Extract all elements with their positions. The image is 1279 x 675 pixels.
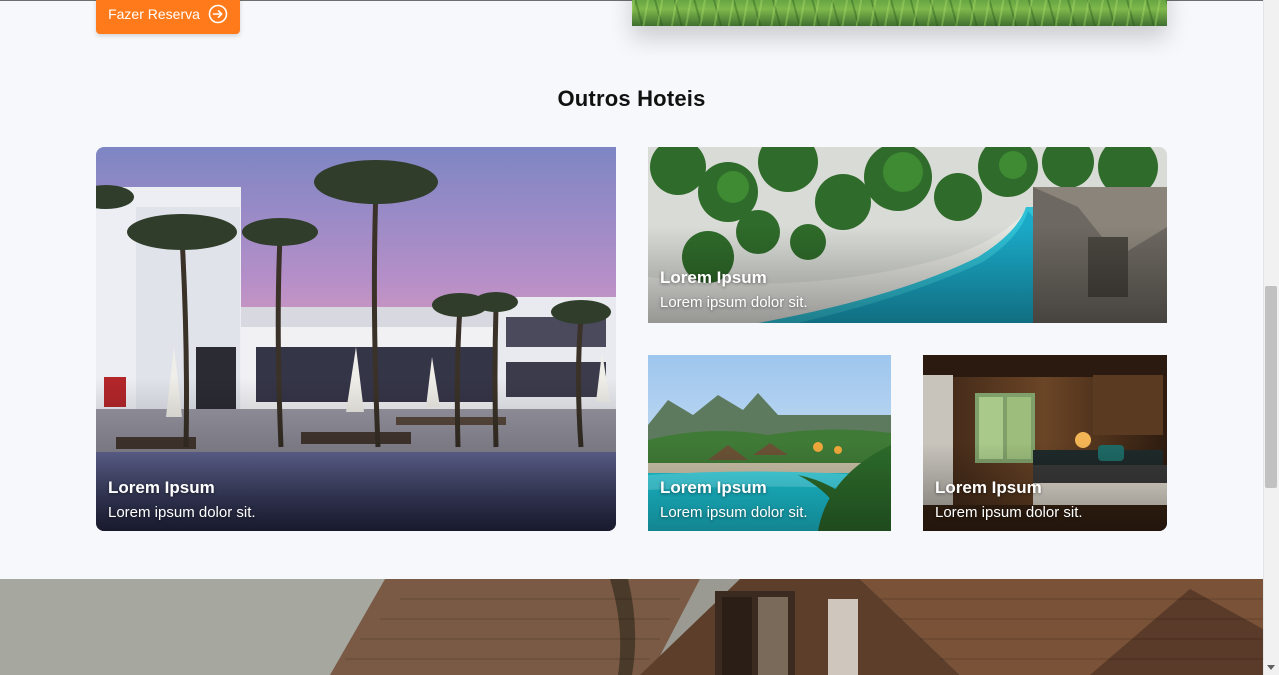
- arrow-right-circle-icon: [208, 4, 228, 24]
- hotel-title: Lorem Ipsum: [935, 478, 1042, 497]
- hotel-caption: Lorem Ipsum Lorem ipsum dolor sit.: [660, 478, 808, 521]
- hotel-description: Lorem ipsum dolor sit.: [108, 504, 256, 521]
- hotel-description: Lorem ipsum dolor sit.: [660, 504, 808, 521]
- scrollbar-thumb[interactable]: [1265, 286, 1277, 488]
- hotel-card[interactable]: Lorem Ipsum Lorem ipsum dolor sit.: [96, 147, 616, 531]
- hotel-description: Lorem ipsum dolor sit.: [935, 504, 1083, 521]
- vertical-scrollbar[interactable]: [1263, 0, 1279, 675]
- hotel-caption: Lorem Ipsum Lorem ipsum dolor sit.: [660, 268, 808, 311]
- hotel-card[interactable]: Lorem Ipsum Lorem ipsum dolor sit.: [648, 355, 891, 531]
- hotel-caption: Lorem Ipsum Lorem ipsum dolor sit.: [935, 478, 1083, 521]
- hotel-description: Lorem ipsum dolor sit.: [660, 294, 808, 311]
- hotel-image: [96, 147, 616, 531]
- scroll-down-arrow-icon[interactable]: [1267, 663, 1275, 671]
- hotel-caption: Lorem Ipsum Lorem ipsum dolor sit.: [108, 478, 256, 521]
- reserve-button-label: Fazer Reserva: [108, 6, 200, 22]
- hotel-card[interactable]: Lorem Ipsum Lorem ipsum dolor sit.: [648, 147, 1167, 323]
- hero-grass-image: [632, 0, 1167, 26]
- section-title: Outros Hoteis: [557, 86, 706, 111]
- banner-image: [0, 579, 1263, 675]
- hotel-title: Lorem Ipsum: [660, 478, 767, 497]
- hotel-title: Lorem Ipsum: [660, 268, 767, 287]
- hotel-card[interactable]: Lorem Ipsum Lorem ipsum dolor sit.: [923, 355, 1167, 531]
- reserve-button[interactable]: Fazer Reserva: [96, 0, 240, 34]
- hotel-title: Lorem Ipsum: [108, 478, 215, 497]
